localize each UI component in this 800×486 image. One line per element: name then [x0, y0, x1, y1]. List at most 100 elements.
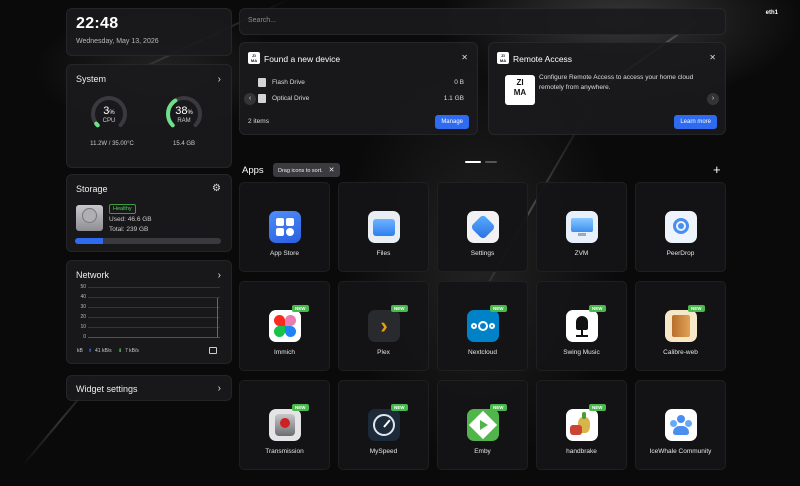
app-tile[interactable]: NEW Calibre-web: [635, 281, 726, 371]
app-name: Plex: [377, 349, 390, 356]
app-name: Calibre-web: [663, 349, 698, 356]
download-speed: 7 kB/s: [125, 348, 139, 354]
ram-detail: 15.4 GB: [172, 141, 195, 147]
network-unit: kB: [77, 348, 83, 354]
grid-line: [88, 297, 220, 298]
chevron-right-icon: ›: [217, 383, 221, 394]
app-name: ZVM: [574, 250, 589, 257]
manage-button[interactable]: Manage: [435, 115, 469, 129]
app-tile[interactable]: NEW Emby: [437, 380, 528, 470]
app-tile[interactable]: NEW handbrake: [536, 380, 627, 470]
icewhale-community-icon: [665, 409, 697, 441]
app-name: PeerDrop: [666, 250, 695, 257]
network-interface: eth1: [765, 10, 778, 16]
app-tile[interactable]: NEW Transmission: [239, 380, 330, 470]
app-tile[interactable]: IceWhale Community: [635, 380, 726, 470]
add-app-icon[interactable]: +: [713, 162, 721, 177]
app-name: Nextcloud: [468, 349, 497, 356]
remote-card-title: Remote Access: [513, 54, 573, 64]
app-tile[interactable]: PeerDrop: [635, 182, 726, 272]
zvm-icon: [566, 211, 598, 243]
app-name: handbrake: [566, 448, 597, 455]
grid-line: [88, 317, 220, 318]
app-tile[interactable]: NEW Nextcloud: [437, 281, 528, 371]
new-badge: NEW: [490, 404, 507, 411]
app-name: Immich: [274, 349, 295, 356]
cpu-label: CPU: [102, 118, 116, 124]
chevron-right-icon[interactable]: ›: [218, 74, 221, 85]
carousel-indicator[interactable]: [465, 150, 501, 168]
calibre-web-icon: [665, 310, 697, 342]
close-icon[interactable]: ✕: [709, 53, 716, 62]
app-tile[interactable]: › NEW Plex: [338, 281, 429, 371]
storage-usage-bar: [75, 238, 221, 244]
handbrake-icon: [566, 409, 598, 441]
y-tick: 10: [80, 324, 86, 330]
new-badge: NEW: [292, 404, 309, 411]
chevron-left-icon[interactable]: ‹: [244, 93, 256, 105]
optical-drive-icon: [258, 94, 266, 103]
app-tile[interactable]: NEW MySpeed: [338, 380, 429, 470]
download-arrow-icon: ⬇: [118, 348, 123, 354]
new-badge: NEW: [589, 404, 606, 411]
device-card: ZI MA Found a new device ✕ Flash Drive 0 …: [239, 42, 478, 135]
myspeed-icon: [368, 409, 400, 441]
upload-spike: [217, 298, 218, 337]
learn-more-button[interactable]: Learn more: [674, 115, 717, 129]
hard-drive-icon: [76, 205, 103, 231]
chevron-right-icon[interactable]: ›: [707, 93, 719, 105]
device-size: 1.1 GB: [443, 95, 464, 102]
nextcloud-icon: [467, 310, 499, 342]
y-tick: 20: [80, 314, 86, 320]
gear-icon[interactable]: ⚙: [212, 183, 221, 194]
peerdrop-icon: [665, 211, 697, 243]
chevron-right-icon[interactable]: ›: [218, 270, 221, 281]
plex-icon: ›: [368, 310, 400, 342]
network-title: Network: [76, 270, 110, 280]
new-badge: NEW: [589, 305, 606, 312]
grid-line: [88, 287, 220, 288]
grid-line: [88, 337, 220, 338]
zima-logo-icon: ZI MA: [248, 52, 260, 64]
clock-widget: 22:48 Wednesday, May 13, 2026: [66, 8, 232, 56]
device-name: Optical Drive: [272, 95, 310, 102]
app-name: IceWhale Community: [649, 448, 712, 455]
app-name: Settings: [470, 250, 495, 257]
drag-tooltip: Drag icons to sort. ✕: [273, 163, 340, 177]
y-tick: 30: [80, 304, 86, 310]
expand-icon[interactable]: [209, 347, 217, 354]
swing-music-icon: [566, 310, 598, 342]
files-icon: [368, 211, 400, 243]
transmission-icon: [269, 409, 301, 441]
ram-gauge: 38% RAM: [164, 94, 204, 134]
clock-date: Wednesday, May 13, 2026: [76, 38, 159, 45]
search-input[interactable]: Search...: [239, 8, 726, 35]
new-badge: NEW: [391, 305, 408, 312]
new-badge: NEW: [490, 305, 507, 312]
app-name: Transmission: [265, 448, 304, 455]
close-icon[interactable]: ✕: [329, 167, 335, 174]
upload-arrow-icon: ⬆: [88, 348, 93, 354]
apps-section-title: Apps: [242, 165, 264, 176]
device-name: Flash Drive: [272, 79, 305, 86]
new-badge: NEW: [688, 305, 705, 312]
app-tile[interactable]: NEW Immich: [239, 281, 330, 371]
app-tile[interactable]: App Store: [239, 182, 330, 272]
ram-label: RAM: [177, 118, 191, 124]
ram-percent: 38%: [175, 105, 193, 117]
storage-used: Used: 46.6 GB: [109, 216, 152, 223]
app-tile[interactable]: Files: [338, 182, 429, 272]
app-tile[interactable]: ZVM: [536, 182, 627, 272]
widget-settings-button[interactable]: Widget settings ›: [66, 375, 232, 401]
app-tile[interactable]: Settings: [437, 182, 528, 272]
emby-icon: [467, 409, 499, 441]
cpu-percent: 3%: [103, 105, 115, 117]
storage-title: Storage: [76, 184, 108, 194]
search-placeholder: Search...: [248, 17, 277, 24]
app-tile[interactable]: NEW Swing Music: [536, 281, 627, 371]
device-size: 0 B: [454, 79, 464, 86]
close-icon[interactable]: ✕: [461, 53, 468, 62]
y-tick: 50: [80, 284, 86, 290]
storage-total: Total: 239 GB: [109, 226, 149, 233]
widget-settings-label: Widget settings: [76, 384, 138, 394]
